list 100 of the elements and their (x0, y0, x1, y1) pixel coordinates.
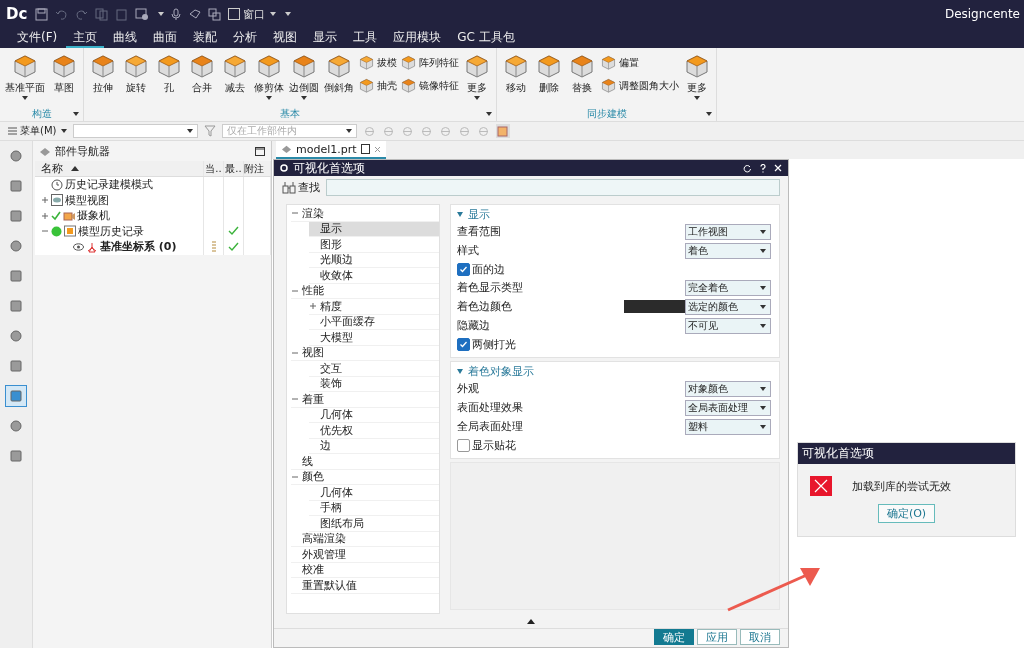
tree-item[interactable]: 收敛体 (309, 268, 439, 284)
ribbon-button[interactable]: 删除 (534, 50, 564, 97)
snap-icon[interactable] (401, 124, 415, 138)
menu-tab[interactable]: 曲线 (106, 28, 145, 48)
display-settings-icon[interactable] (135, 7, 150, 21)
ribbon-button[interactable]: 倒斜角 (323, 50, 355, 97)
menu-tab[interactable]: 文件(F) (10, 28, 65, 48)
tree-item[interactable]: 大模型 (309, 330, 439, 346)
expand-icon[interactable] (41, 196, 49, 205)
tree-item[interactable]: 图纸布局 (309, 516, 439, 532)
ribbon-button[interactable]: 基准平面 (4, 50, 46, 102)
menu-tab[interactable]: 装配 (186, 28, 225, 48)
tree-item[interactable]: 摄象机 (77, 208, 110, 224)
tree-item[interactable]: 光顺边 (309, 252, 439, 268)
tree-item[interactable]: 小平面缓存 (309, 314, 439, 330)
menu-tab[interactable]: 视图 (266, 28, 305, 48)
ribbon-button[interactable]: 草图 (49, 50, 79, 97)
microphone-icon[interactable] (171, 7, 182, 21)
dropdown[interactable]: 工作视图 (685, 223, 771, 240)
checkbox[interactable] (457, 438, 470, 452)
ribbon-button[interactable]: 拉伸 (88, 50, 118, 97)
ok-button[interactable]: 确定(O) (877, 504, 936, 523)
dialog-button[interactable]: 取消 (740, 629, 780, 645)
ribbon-button[interactable]: 移动 (501, 50, 531, 97)
tree-item[interactable]: 装饰 (309, 376, 439, 392)
ribbon-button[interactable]: 更多 (462, 50, 492, 102)
tag-icon[interactable] (188, 7, 202, 21)
dropdown[interactable]: 不可见 (685, 317, 771, 334)
column-header[interactable]: 名称 (35, 161, 204, 176)
tree-item[interactable]: 外观管理 (291, 547, 439, 563)
check-icon[interactable] (51, 210, 61, 221)
dropdown[interactable]: 着色 (685, 242, 771, 259)
tree-item[interactable]: 边 (309, 438, 439, 454)
tree-item[interactable]: 校准 (291, 562, 439, 578)
dropdown[interactable]: 全局表面处理 (685, 399, 771, 416)
ribbon-button[interactable]: 减去 (220, 50, 250, 97)
ribbon-button[interactable]: 旋转 (121, 50, 151, 97)
tree-item[interactable]: 渲染 (291, 206, 439, 222)
snap-icon[interactable] (363, 124, 377, 138)
menu-tab[interactable]: 曲面 (146, 28, 185, 48)
help-icon[interactable] (760, 163, 766, 173)
tree-item[interactable]: 几何体 (309, 407, 439, 423)
dropdown[interactable]: 完全着色 (685, 279, 771, 296)
checkbox[interactable] (457, 337, 470, 351)
search-field[interactable] (326, 178, 780, 196)
dropdown[interactable]: 塑料 (685, 418, 771, 435)
tree-item[interactable]: 线 (291, 454, 439, 470)
column-header[interactable]: 当.. (204, 161, 224, 176)
collapse-icon[interactable] (527, 618, 535, 624)
tree-item[interactable]: 高端渲染 (291, 531, 439, 547)
filter-icon[interactable] (204, 125, 217, 137)
tree-item[interactable]: 模型视图 (65, 192, 109, 208)
dialog-button[interactable]: 应用 (697, 629, 737, 645)
ribbon-button[interactable]: 孔 (154, 50, 184, 97)
cube-icon[interactable] (496, 124, 511, 138)
menu-tab[interactable]: 应用模块 (386, 28, 449, 48)
ribbon-button[interactable]: 阵列特征 (400, 54, 459, 71)
tree-item[interactable]: 几何体 (309, 485, 439, 501)
checkbox-label[interactable]: 显示贴花 (472, 437, 516, 453)
save-icon[interactable] (35, 7, 49, 21)
ribbon-button[interactable]: 调整圆角大小 (600, 77, 679, 94)
menu-tab[interactable]: GC 工具包 (450, 28, 522, 48)
resource-bar-icon[interactable] (5, 385, 27, 407)
tree-item[interactable]: 重置默认值 (291, 578, 439, 594)
redo-icon[interactable] (75, 7, 89, 21)
menu-tab[interactable]: 工具 (346, 28, 385, 48)
dropdown[interactable]: 选定的颜色 (685, 298, 771, 315)
tree-item[interactable]: 着重 (291, 392, 439, 408)
section-title[interactable]: 显示 (468, 207, 490, 222)
menu-tab[interactable]: 分析 (226, 28, 265, 48)
column-header[interactable]: 附注 (244, 161, 271, 176)
expand-icon[interactable] (41, 211, 49, 220)
ribbon-button[interactable]: 更多 (682, 50, 712, 102)
reset-icon[interactable] (743, 163, 752, 173)
snap-icon[interactable] (420, 124, 434, 138)
ribbon-button[interactable]: 合并 (187, 50, 217, 97)
ribbon-button[interactable]: 修剪体 (253, 50, 285, 102)
color-swatch[interactable] (624, 300, 685, 313)
ribbon-button[interactable]: 替换 (567, 50, 597, 97)
tree-item[interactable]: 精度 (309, 299, 439, 315)
file-tab[interactable]: model1.prt (276, 141, 386, 159)
window-menu[interactable]: 窗口 (228, 6, 277, 22)
tree-item[interactable]: 视图 (291, 345, 439, 361)
tree-item[interactable]: 交互 (309, 361, 439, 377)
snap-icon[interactable] (477, 124, 491, 138)
tree-item[interactable]: 手柄 (309, 500, 439, 516)
ribbon-button[interactable]: 抽壳 (358, 77, 397, 94)
checkbox-label[interactable]: 面的边 (472, 261, 505, 277)
maximize-icon[interactable] (255, 146, 265, 156)
ribbon-button[interactable]: 偏置 (600, 54, 679, 71)
snap-icon[interactable] (382, 124, 396, 138)
checkbox-label[interactable]: 两侧打光 (472, 336, 516, 352)
ribbon-button[interactable]: 边倒圆 (288, 50, 320, 102)
dropdown[interactable]: 对象颜色 (685, 380, 771, 397)
snap-icon[interactable] (458, 124, 472, 138)
undo-icon[interactable] (55, 7, 69, 21)
ribbon-button[interactable]: 镜像特征 (400, 77, 459, 94)
copy-icon[interactable] (95, 7, 109, 21)
section-title[interactable]: 着色对象显示 (468, 364, 534, 379)
menu-button[interactable]: 菜单(M) (8, 124, 68, 138)
